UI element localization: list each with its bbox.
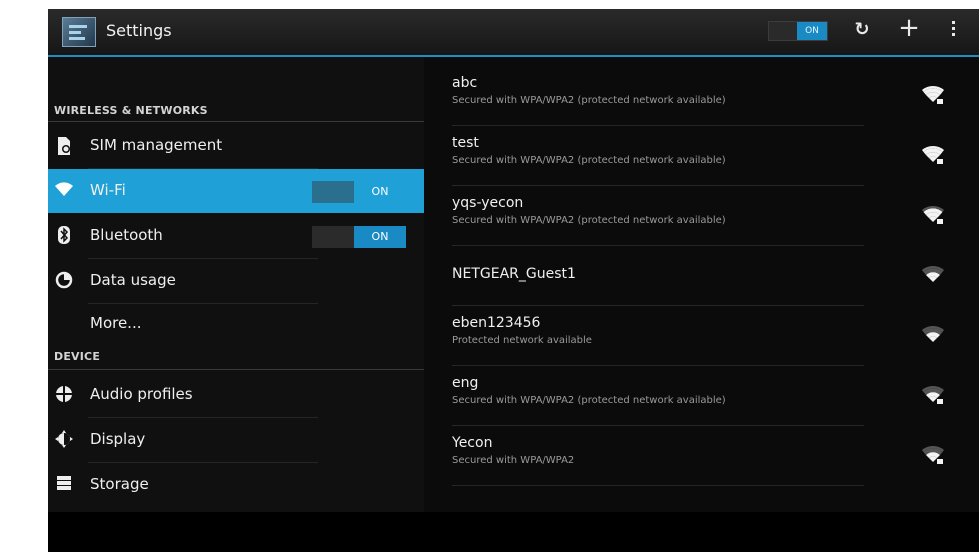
network-row[interactable]: test Secured with WPA/WPA2 (protected net… bbox=[424, 127, 979, 186]
sidebar-item-label: More... bbox=[90, 314, 142, 332]
wifi-master-toggle[interactable]: ON bbox=[768, 21, 828, 41]
sidebar-item-label: Storage bbox=[90, 475, 149, 493]
wps-refresh-icon[interactable]: ↻ bbox=[848, 19, 876, 40]
bluetooth-icon bbox=[54, 226, 74, 246]
network-row[interactable]: eng Secured with WPA/WPA2 (protected netw… bbox=[424, 367, 979, 426]
settings-app-icon[interactable] bbox=[62, 17, 96, 47]
network-row[interactable]: yqs-yecon Secured with WPA/WPA2 (protecte… bbox=[424, 187, 979, 246]
system-bar bbox=[48, 512, 979, 552]
divider bbox=[452, 125, 864, 126]
network-row[interactable]: eben123456 Protected network available bbox=[424, 307, 979, 366]
sidebar-item-audio-profiles[interactable]: Audio profiles bbox=[48, 373, 424, 417]
sidebar-item-sim-management[interactable]: SIM management bbox=[48, 124, 424, 168]
sidebar-item-bluetooth[interactable]: Bluetooth ON bbox=[48, 214, 424, 258]
network-row[interactable]: abc Secured with WPA/WPA2 (protected netw… bbox=[424, 67, 979, 126]
sidebar-item-wifi[interactable]: Wi-Fi ON bbox=[48, 169, 424, 213]
sidebar-item-display[interactable]: Display bbox=[48, 418, 424, 462]
toggle-label: ON bbox=[797, 22, 827, 40]
section-header-wireless: WIRELESS & NETWORKS bbox=[54, 104, 208, 117]
wifi-signal-icon bbox=[922, 85, 944, 104]
wifi-signal-icon bbox=[922, 385, 944, 404]
wifi-signal-icon bbox=[922, 265, 944, 282]
action-bar: Settings ON ↻ + bbox=[48, 9, 979, 57]
network-name: yqs-yecon bbox=[452, 195, 524, 211]
wifi-toggle[interactable]: ON bbox=[312, 181, 406, 203]
sidebar-item-data-usage[interactable]: Data usage bbox=[48, 259, 424, 303]
network-name: Yecon bbox=[452, 435, 493, 451]
wifi-signal-icon bbox=[922, 145, 944, 164]
overflow-menu-icon[interactable] bbox=[945, 21, 961, 39]
section-divider bbox=[48, 369, 424, 370]
storage-icon bbox=[54, 475, 74, 495]
sidebar-item-label: Wi-Fi bbox=[90, 181, 126, 199]
toggle-label: ON bbox=[354, 226, 406, 248]
divider bbox=[452, 245, 864, 246]
network-name: NETGEAR_Guest1 bbox=[452, 266, 576, 282]
section-divider bbox=[48, 121, 424, 122]
sidebar-item-more[interactable]: More... bbox=[48, 304, 424, 344]
divider bbox=[452, 305, 864, 306]
sidebar-item-label: Data usage bbox=[90, 271, 176, 289]
sidebar-item-storage[interactable]: Storage bbox=[48, 463, 424, 507]
wifi-icon bbox=[54, 181, 74, 201]
divider bbox=[452, 365, 864, 366]
network-status: Secured with WPA/WPA2 (protected network… bbox=[452, 395, 726, 406]
settings-sidebar: WIRELESS & NETWORKS SIM management Wi-Fi… bbox=[48, 57, 424, 512]
network-status: Secured with WPA/WPA2 bbox=[452, 455, 575, 466]
network-status: Secured with WPA/WPA2 (protected network… bbox=[452, 155, 726, 166]
network-row[interactable]: Yecon Secured with WPA/WPA2 bbox=[424, 427, 979, 486]
sidebar-item-label: Display bbox=[90, 430, 146, 448]
wifi-network-list: abc Secured with WPA/WPA2 (protected netw… bbox=[424, 57, 979, 512]
display-icon bbox=[54, 430, 74, 450]
network-name: eben123456 bbox=[452, 315, 541, 331]
wifi-signal-icon bbox=[922, 205, 944, 224]
network-status: Protected network available bbox=[452, 335, 592, 346]
network-name: abc bbox=[452, 75, 478, 91]
add-icon[interactable]: + bbox=[896, 13, 922, 43]
divider bbox=[452, 185, 864, 186]
data-usage-icon bbox=[54, 271, 74, 291]
android-screen: Settings ON ↻ + WIRELESS & NETWORKS SIM … bbox=[48, 9, 979, 552]
wifi-signal-icon bbox=[922, 445, 944, 464]
section-header-device: DEVICE bbox=[54, 350, 101, 363]
bluetooth-toggle[interactable]: ON bbox=[312, 226, 406, 248]
network-row[interactable]: NETGEAR_Guest1 bbox=[424, 247, 979, 306]
network-name: test bbox=[452, 135, 479, 151]
divider bbox=[452, 485, 864, 486]
network-status: Secured with WPA/WPA2 (protected network… bbox=[452, 215, 726, 226]
network-status: Secured with WPA/WPA2 (protected network… bbox=[452, 95, 726, 106]
divider bbox=[452, 425, 864, 426]
page-title: Settings bbox=[106, 21, 172, 40]
network-name: eng bbox=[452, 375, 479, 391]
sidebar-item-label: Bluetooth bbox=[90, 226, 163, 244]
toggle-label: ON bbox=[354, 181, 406, 203]
sim-icon bbox=[54, 136, 74, 156]
sidebar-item-label: Audio profiles bbox=[90, 385, 193, 403]
wifi-signal-icon bbox=[922, 325, 944, 342]
sidebar-item-label: SIM management bbox=[90, 136, 223, 154]
audio-profiles-icon bbox=[54, 385, 74, 405]
